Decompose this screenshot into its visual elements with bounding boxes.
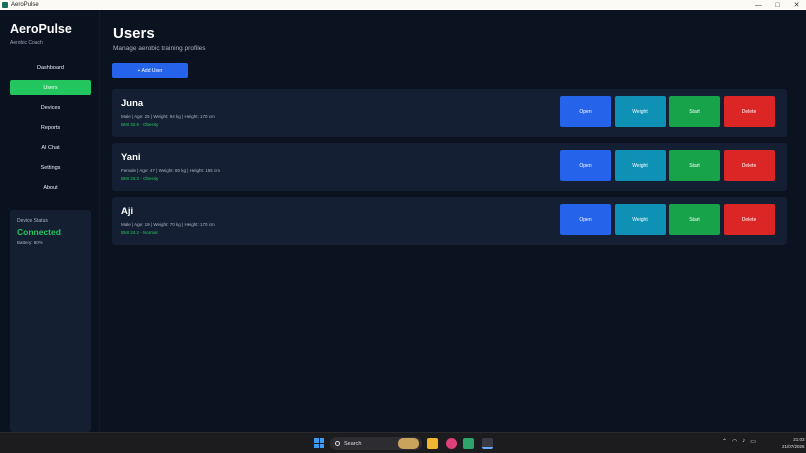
open-button[interactable]: Open <box>560 204 611 235</box>
user-actions: Open Weight Start Delete <box>560 150 778 181</box>
taskbar: Search ⌃ ◠ ♪ ▭ 21:03 21/07/2026 <box>0 432 806 453</box>
add-user-button[interactable]: + Add User <box>112 63 188 78</box>
clock-date: 21/07/2026 <box>782 444 805 449</box>
taskbar-search-label: Search <box>344 440 362 447</box>
code-editor-icon[interactable] <box>463 438 474 449</box>
weight-button[interactable]: Weight <box>614 96 666 127</box>
app-icon <box>2 2 8 8</box>
sidebar-nav: Dashboard Users Devices Reports AI Chat … <box>10 60 91 200</box>
user-card-yani: Yani Female | Age: 47 | Weight: 80 kg | … <box>112 143 787 191</box>
device-status-card: Device Status Connected Battery: 80% <box>10 210 91 432</box>
browser-icon[interactable] <box>446 438 457 449</box>
chevron-up-icon[interactable]: ⌃ <box>722 438 727 445</box>
sidebar-item-reports[interactable]: Reports <box>10 120 91 135</box>
weight-button[interactable]: Weight <box>614 204 666 235</box>
device-status-value: Connected <box>17 227 61 237</box>
wifi-icon[interactable]: ◠ <box>732 438 737 445</box>
sidebar-item-users[interactable]: Users <box>10 80 91 95</box>
window-titlebar: AeroPulse — □ ✕ <box>0 0 806 10</box>
search-highlight-icon[interactable] <box>398 438 419 449</box>
window-title: AeroPulse <box>11 2 39 8</box>
user-name: Yani <box>121 152 141 163</box>
user-name: Aji <box>121 206 134 217</box>
clock-time: 21:03 <box>793 437 805 442</box>
battery-icon[interactable]: ▭ <box>750 438 756 445</box>
start-button[interactable]: Start <box>669 96 720 127</box>
start-button[interactable]: Start <box>669 204 720 235</box>
open-button[interactable]: Open <box>560 96 611 127</box>
brand-name: AeroPulse <box>10 22 72 36</box>
page-title: Users <box>113 25 155 42</box>
brand-subtitle: Aerobic Coach <box>10 40 43 46</box>
user-list: Juna Male | Age: 25 | Weight: 94 kg | He… <box>112 89 787 251</box>
sidebar-item-dashboard[interactable]: Dashboard <box>10 60 91 75</box>
file-explorer-icon[interactable] <box>427 438 438 449</box>
user-name: Juna <box>121 98 144 109</box>
maximize-button[interactable]: □ <box>768 0 787 10</box>
open-button[interactable]: Open <box>560 150 611 181</box>
page-subtitle: Manage aerobic training profiles <box>113 45 206 52</box>
weight-button[interactable]: Weight <box>614 150 666 181</box>
sidebar-item-settings[interactable]: Settings <box>10 160 91 175</box>
volume-icon[interactable]: ♪ <box>742 438 745 445</box>
taskbar-clock[interactable]: 21:03 21/07/2026 <box>782 436 805 450</box>
user-bmi: BMI 32.5 - Obesity <box>121 122 159 127</box>
windows-start-icon[interactable] <box>314 438 324 448</box>
sidebar-item-devices[interactable]: Devices <box>10 100 91 115</box>
aeropulse-taskbar-icon[interactable] <box>482 438 493 449</box>
minimize-button[interactable]: — <box>749 0 768 10</box>
user-bmi: BMI 33.3 - Obesity <box>121 176 159 181</box>
user-actions: Open Weight Start Delete <box>560 204 778 235</box>
user-card-juna: Juna Male | Age: 25 | Weight: 94 kg | He… <box>112 89 787 137</box>
start-button[interactable]: Start <box>669 150 720 181</box>
sidebar-item-ai-chat[interactable]: AI Chat <box>10 140 91 155</box>
user-info: Male | Age: 19 | Weight: 70 kg | Height:… <box>121 222 215 227</box>
close-button[interactable]: ✕ <box>787 0 806 10</box>
search-icon <box>335 441 340 446</box>
device-status-title: Device Status <box>17 218 48 224</box>
user-card-aji: Aji Male | Age: 19 | Weight: 70 kg | Hei… <box>112 197 787 245</box>
device-battery: Battery: 80% <box>17 240 43 245</box>
delete-button[interactable]: Delete <box>723 204 775 235</box>
user-info: Male | Age: 25 | Weight: 94 kg | Height:… <box>121 114 215 119</box>
sidebar-item-about[interactable]: About <box>10 180 91 195</box>
system-tray: ⌃ ◠ ♪ ▭ <box>722 438 761 445</box>
user-bmi: BMI 24.2 - Normal <box>121 230 158 235</box>
sidebar: AeroPulse Aerobic Coach Dashboard Users … <box>0 10 100 432</box>
user-info: Female | Age: 47 | Weight: 80 kg | Heigh… <box>121 168 220 173</box>
delete-button[interactable]: Delete <box>723 150 775 181</box>
delete-button[interactable]: Delete <box>723 96 775 127</box>
main-content: Users Manage aerobic training profiles +… <box>100 10 806 432</box>
user-actions: Open Weight Start Delete <box>560 96 778 127</box>
